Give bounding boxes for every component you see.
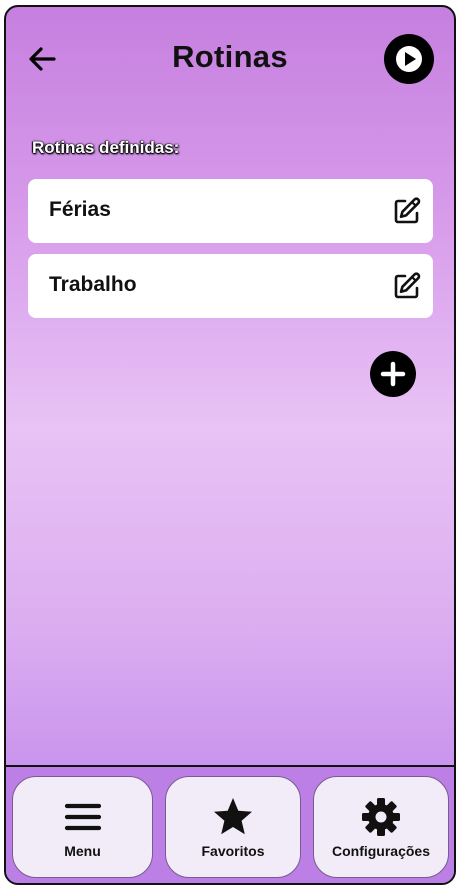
edit-icon[interactable] bbox=[391, 195, 423, 227]
routine-card[interactable]: Férias bbox=[28, 179, 433, 243]
phone-frame: Rotinas Rotinas definidas: Férias Trabal… bbox=[4, 5, 456, 885]
bottom-navigation: Menu Favoritos Configurações bbox=[6, 765, 454, 883]
edit-icon[interactable] bbox=[391, 270, 423, 302]
section-label: Rotinas definidas: bbox=[32, 138, 180, 157]
plus-icon bbox=[380, 361, 406, 387]
routine-name: Férias bbox=[49, 198, 111, 221]
add-routine-button[interactable] bbox=[370, 351, 416, 397]
nav-favorites-label: Favoritos bbox=[201, 843, 265, 859]
nav-settings-button[interactable]: Configurações bbox=[313, 776, 449, 878]
hamburger-menu-icon bbox=[64, 803, 101, 831]
app-header: Rotinas bbox=[6, 7, 454, 107]
routine-name: Trabalho bbox=[49, 273, 137, 296]
routine-card[interactable]: Trabalho bbox=[28, 254, 433, 318]
star-icon bbox=[214, 798, 252, 835]
gear-icon bbox=[362, 798, 400, 836]
nav-menu-button[interactable]: Menu bbox=[12, 776, 153, 878]
play-icon bbox=[396, 46, 422, 72]
run-routine-button[interactable] bbox=[384, 34, 434, 84]
nav-favorites-button[interactable]: Favoritos bbox=[165, 776, 301, 878]
nav-menu-label: Menu bbox=[64, 843, 101, 859]
nav-settings-label: Configurações bbox=[331, 843, 430, 859]
